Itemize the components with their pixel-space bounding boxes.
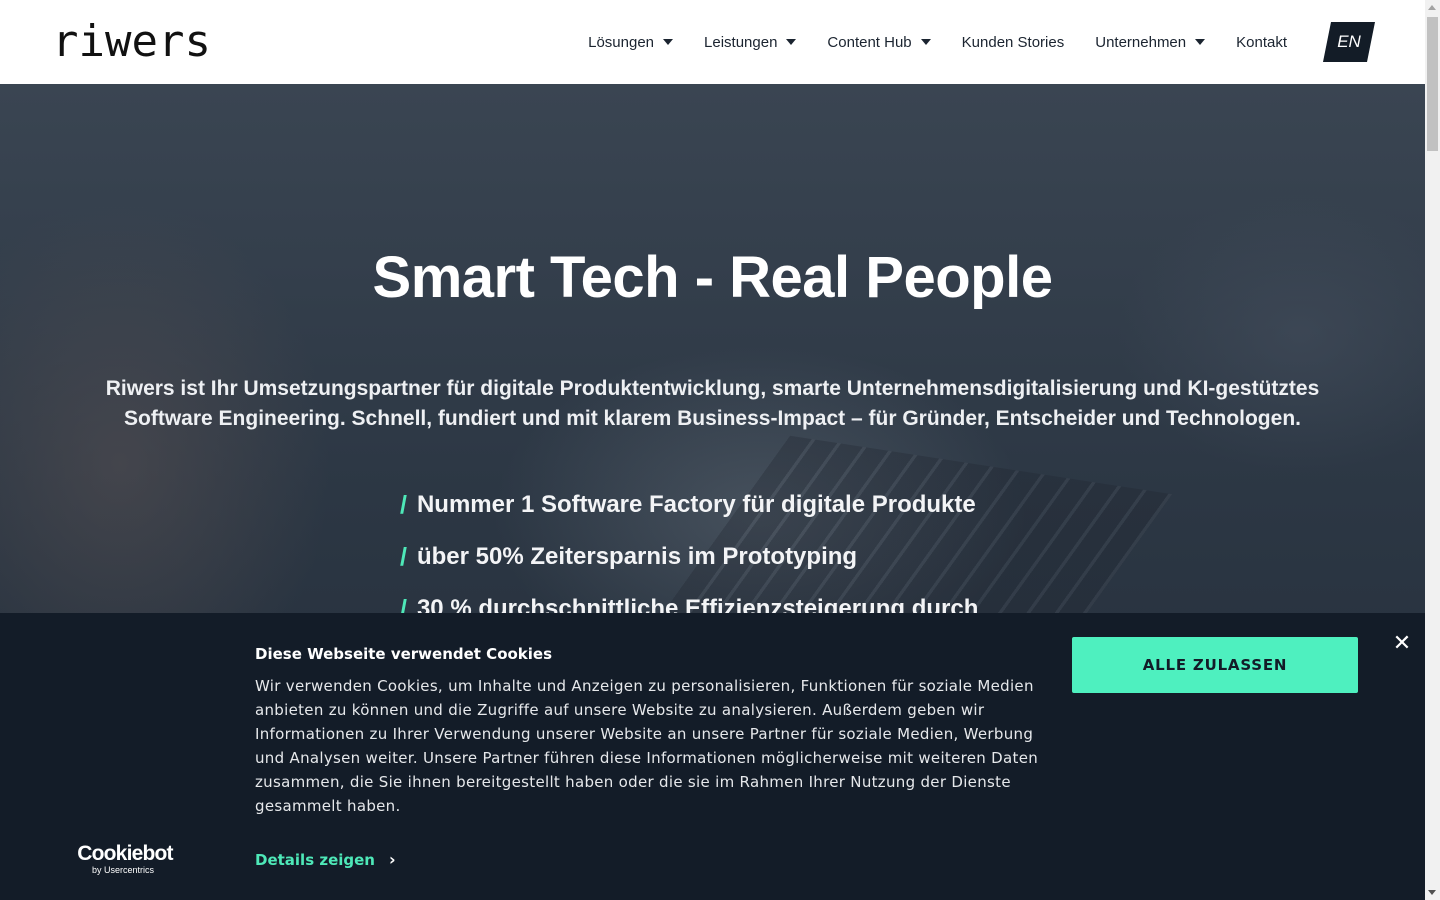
cookiebot-name: Cookiebot (77, 842, 173, 865)
hero-bullet: / Nummer 1 Software Factory für digitale… (400, 479, 978, 531)
nav-item-loesungen[interactable]: Lösungen (588, 33, 674, 51)
chevron-right-icon: › (389, 850, 396, 869)
cookie-banner-text: Wir verwenden Cookies, um Inhalte und An… (255, 677, 1039, 815)
accept-all-cookies-button[interactable]: ALLE ZULASSEN (1072, 637, 1358, 693)
scroll-down-arrow-icon[interactable] (1428, 890, 1436, 895)
hero-title: Smart Tech - Real People (372, 245, 1053, 310)
hero-bullet-text: über 50% Zeitersparnis im Prototyping (416, 543, 858, 570)
nav-item-leistungen[interactable]: Leistungen (704, 33, 797, 51)
nav-label: Content Hub (827, 33, 912, 51)
hero-subtitle: Riwers ist Ihr Umsetzungspartner für dig… (105, 377, 1320, 430)
hero-bullet-list: / Nummer 1 Software Factory für digitale… (400, 479, 978, 635)
caret-down-icon (1195, 39, 1206, 45)
caret-down-icon (920, 39, 931, 45)
nav-label: Lösungen (588, 33, 655, 51)
slash-icon: / (400, 542, 407, 571)
nav-label: Kontakt (1236, 33, 1287, 51)
language-switch-button[interactable]: EN (1323, 22, 1375, 62)
nav-item-content-hub[interactable]: Content Hub (827, 33, 931, 51)
nav-item-kunden-stories[interactable]: Kunden Stories (962, 34, 1065, 51)
riwers-logo[interactable]: riwers (52, 20, 211, 64)
slash-icon: / (400, 490, 407, 519)
close-icon[interactable]: ✕ (1391, 633, 1413, 655)
hero-bullet-text: Nummer 1 Software Factory für digitale P… (416, 491, 976, 518)
cookiebot-by: by Usercentrics (92, 865, 155, 875)
nav-label: Leistungen (704, 33, 778, 51)
site-header: riwers Lösungen Leistungen Content Hub K… (0, 0, 1425, 84)
cookie-banner-title: Diese Webseite verwendet Cookies (255, 645, 553, 663)
cookiebot-logo[interactable]: Cookiebot by Usercentrics (70, 843, 180, 876)
show-details-link[interactable]: Details zeigen › (255, 850, 396, 869)
caret-down-icon (786, 39, 797, 45)
nav-label: Unternehmen (1095, 33, 1187, 51)
caret-down-icon (663, 39, 674, 45)
main-nav: Lösungen Leistungen Content Hub Kunden S… (588, 22, 1375, 62)
scrollbar-thumb[interactable] (1427, 17, 1438, 151)
hero-bullet: / über 50% Zeitersparnis im Prototyping (400, 531, 978, 583)
nav-item-kontakt[interactable]: Kontakt (1236, 34, 1287, 51)
page-scrollbar[interactable] (1425, 0, 1440, 900)
scroll-up-arrow-icon[interactable] (1428, 5, 1436, 10)
show-details-label: Details zeigen (255, 850, 375, 869)
cookie-banner: Cookiebot by Usercentrics Diese Webseite… (0, 613, 1425, 900)
nav-label: Kunden Stories (961, 33, 1065, 51)
nav-item-unternehmen[interactable]: Unternehmen (1095, 33, 1206, 51)
